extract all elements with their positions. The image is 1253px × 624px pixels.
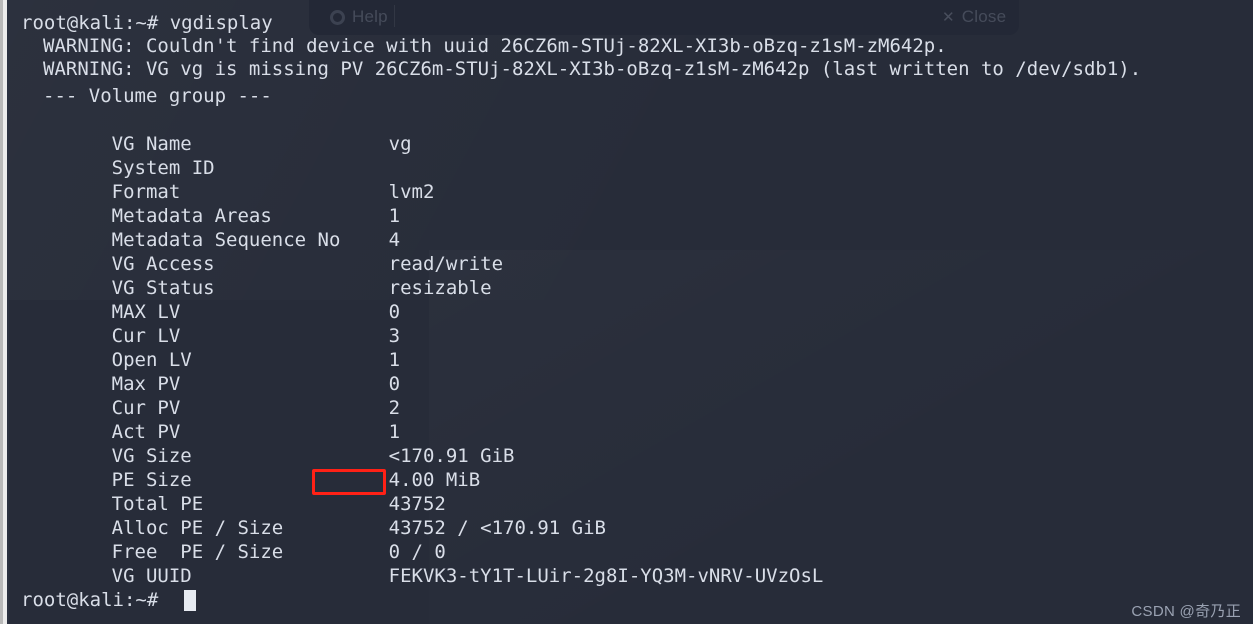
bottom-prompt-line: root@kali:~# xyxy=(21,589,159,611)
csdn-watermark: CSDN @奇乃正 xyxy=(1131,603,1241,620)
warning-line-1: WARNING: Couldn't find device with uuid … xyxy=(43,35,947,57)
ghost-help-button[interactable]: Help xyxy=(330,7,388,27)
ghost-close-label: Close xyxy=(961,7,1007,26)
field-value: FEKVK3-tY1T-LUir-2g8I-YQ3M-vNRV-UVzOsL xyxy=(388,565,824,587)
ghost-dialog-divider xyxy=(394,5,395,27)
ghost-close-button[interactable]: ✕ Close xyxy=(942,7,1006,27)
terminal-window: Help ✕ Close root@kali:~# vgdisplay WARN… xyxy=(0,0,1253,624)
total-pe-highlight-box xyxy=(312,469,386,495)
field-value: vg xyxy=(388,133,412,155)
terminal-cursor xyxy=(184,590,196,611)
help-icon xyxy=(330,9,345,25)
warning-line-2: WARNING: VG vg is missing PV 26CZ6m-STUj… xyxy=(43,58,1142,80)
close-icon: ✕ xyxy=(942,8,955,26)
command-prompt-line: root@kali:~# vgdisplay xyxy=(21,12,273,34)
terminal-output-area[interactable]: Help ✕ Close root@kali:~# vgdisplay WARN… xyxy=(9,0,1253,624)
field-value: resizable xyxy=(388,277,492,299)
ghost-help-label: Help xyxy=(352,7,388,26)
volume-group-header: --- Volume group --- xyxy=(43,85,272,107)
field-label: VG UUID xyxy=(111,565,192,587)
ghost-dialog-band xyxy=(309,0,1019,35)
field-row-vg-uuid: VG UUID FEKVK3-tY1T-LUir-2g8I-YQ3M-vNRV-U… xyxy=(43,542,824,611)
